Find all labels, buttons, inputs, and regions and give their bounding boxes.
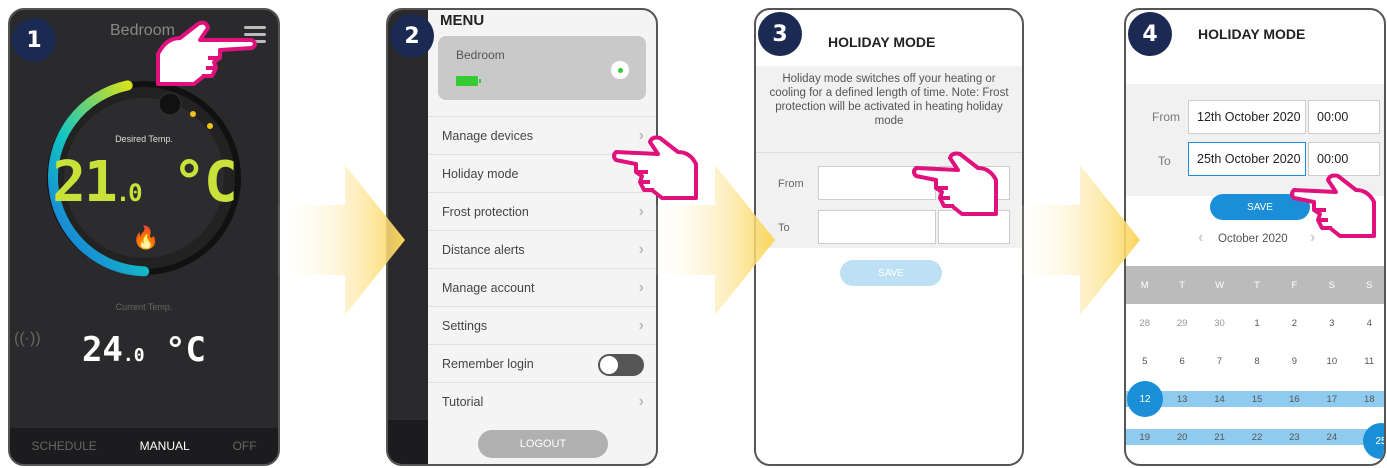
desired-temp-label: Desired Temp. xyxy=(115,134,173,144)
device-card[interactable]: Bedroom xyxy=(438,36,646,100)
step-badge-3: 3 xyxy=(758,12,802,56)
calendar-day[interactable]: 19 xyxy=(1126,432,1163,443)
remember-login-toggle[interactable] xyxy=(598,354,644,376)
logout-button[interactable]: LOGOUT xyxy=(478,430,608,458)
menu-title: MENU xyxy=(440,12,485,29)
menu-item-remember-login: Remember login xyxy=(428,344,656,382)
page-title: HOLIDAY MODE xyxy=(1198,26,1306,42)
calendar-day[interactable]: 3 xyxy=(1313,318,1350,329)
desired-temp-value: 21.0 °C xyxy=(52,150,238,215)
from-label: From xyxy=(778,178,804,190)
device-name: Bedroom xyxy=(456,48,505,62)
calendar-day[interactable]: 29 xyxy=(1163,318,1200,329)
to-time-input[interactable]: 00:00 xyxy=(1308,142,1380,176)
calendar-week: 12131415161718 xyxy=(1126,380,1384,418)
step-badge-1: 1 xyxy=(12,18,56,62)
calendar-day[interactable]: 20 xyxy=(1163,432,1200,443)
chevron-right-icon: › xyxy=(638,317,644,334)
menu-screen: MENU Bedroom Manage devices › Holiday mod… xyxy=(386,8,658,466)
calendar-week: 5 6 7 8 9 10 11 xyxy=(1126,342,1384,380)
page-title: HOLIDAY MODE xyxy=(828,34,936,50)
chevron-left-icon[interactable]: ‹ xyxy=(1198,229,1203,247)
holiday-mode-screen-empty: HOLIDAY MODE Holiday mode switches off y… xyxy=(754,8,1024,466)
pointing-hand-icon xyxy=(912,151,998,216)
chevron-right-icon: › xyxy=(638,393,644,410)
calendar-day[interactable]: 21 xyxy=(1201,432,1238,443)
pointing-hand-icon xyxy=(156,20,257,86)
chevron-right-icon: › xyxy=(638,241,644,258)
calendar-day[interactable]: 8 xyxy=(1238,356,1275,367)
menu-item-manage-account[interactable]: Manage account › xyxy=(428,268,656,306)
calendar-day[interactable]: 24 xyxy=(1313,432,1350,443)
calendar-day[interactable]: 2 xyxy=(1276,318,1313,329)
range-start-day[interactable]: 12 xyxy=(1127,381,1163,417)
chevron-right-icon: › xyxy=(638,203,644,220)
calendar-day[interactable]: 9 xyxy=(1276,356,1313,367)
calendar-month: October 2020 xyxy=(1218,233,1288,245)
calendar-day[interactable]: 1 xyxy=(1238,318,1275,329)
calendar-day[interactable]: 23 xyxy=(1276,432,1313,443)
from-date-input[interactable]: 12th October 2020 xyxy=(1188,100,1306,134)
calendar-day[interactable]: 6 xyxy=(1163,356,1200,367)
step-badge-2: 2 xyxy=(390,14,434,58)
calendar-day[interactable]: 22 xyxy=(1238,432,1275,443)
calendar-day-headers: MTWTFSS xyxy=(1126,266,1384,304)
status-radio-icon[interactable] xyxy=(610,60,630,80)
from-time-input[interactable]: 00:00 xyxy=(1308,100,1380,134)
menu-item-settings[interactable]: Settings › xyxy=(428,306,656,344)
tab-off[interactable]: OFF xyxy=(233,439,257,453)
pointing-hand-icon xyxy=(1290,173,1376,238)
menu-item-tutorial[interactable]: Tutorial › xyxy=(428,382,656,420)
calendar-day[interactable]: 17 xyxy=(1313,394,1350,405)
chevron-right-icon: › xyxy=(638,279,644,296)
calendar-day[interactable]: 13 xyxy=(1163,394,1200,405)
calendar-week: 19202122232425 xyxy=(1126,418,1384,456)
calendar-week: 28 29 30 1 2 3 4 xyxy=(1126,304,1384,342)
calendar-day[interactable]: 28 xyxy=(1126,318,1163,329)
calendar-day[interactable]: 4 xyxy=(1351,318,1384,329)
pointing-hand-icon xyxy=(612,135,698,200)
next-arrow xyxy=(1010,165,1140,315)
to-date-input[interactable]: 25th October 2020 xyxy=(1188,142,1306,176)
menu-item-distance-alerts[interactable]: Distance alerts › xyxy=(428,230,656,268)
current-temp-value: 24.0 °C xyxy=(81,330,207,370)
calendar-day[interactable]: 16 xyxy=(1276,394,1313,405)
step-badge-4: 4 xyxy=(1128,12,1172,56)
calendar-day[interactable]: 11 xyxy=(1351,356,1384,367)
calendar-day[interactable]: 7 xyxy=(1201,356,1238,367)
calendar-day[interactable]: 5 xyxy=(1126,356,1163,367)
calendar-day[interactable]: 15 xyxy=(1238,394,1275,405)
mode-tabs: SCHEDULE MANUAL OFF xyxy=(10,428,278,464)
tab-schedule[interactable]: SCHEDULE xyxy=(31,439,96,453)
from-label: From xyxy=(1152,110,1180,124)
next-arrow xyxy=(275,165,405,315)
calendar-day[interactable]: 14 xyxy=(1201,394,1238,405)
calendar-day[interactable]: 10 xyxy=(1313,356,1350,367)
save-button[interactable]: SAVE xyxy=(840,260,942,286)
to-label: To xyxy=(778,222,790,234)
battery-icon xyxy=(456,76,481,86)
flame-icon: 🔥 xyxy=(132,225,160,250)
to-label: To xyxy=(1158,154,1171,168)
tab-manual[interactable]: MANUAL xyxy=(140,439,190,453)
calendar-grid: MTWTFSS 2829301234 567891011 12131415161… xyxy=(1126,266,1384,456)
calendar-day[interactable]: 30 xyxy=(1201,318,1238,329)
calendar-day[interactable]: 18 xyxy=(1351,394,1384,405)
holiday-description: Holiday mode switches off your heating o… xyxy=(756,66,1022,152)
current-temp-label: Current Temp. xyxy=(115,302,173,312)
